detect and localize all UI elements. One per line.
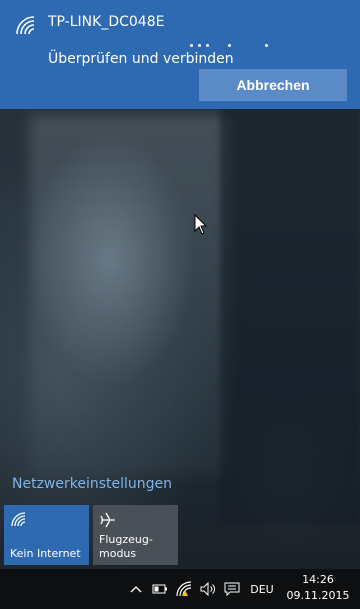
network-status: Überprüfen und verbinden	[48, 51, 234, 67]
clock-time: 14:26	[302, 573, 334, 586]
tile-wifi[interactable]: Kein Internet	[4, 505, 89, 565]
input-language-button[interactable]: DEU	[246, 569, 278, 609]
speaker-icon	[200, 582, 215, 596]
clock-date: 09.11.2015	[286, 589, 350, 602]
airplane-icon	[100, 512, 115, 528]
action-center-button[interactable]	[222, 569, 242, 609]
show-hidden-icons-button[interactable]	[128, 569, 144, 609]
clock-button[interactable]: 14:26 09.11.2015	[282, 572, 354, 606]
mouse-cursor-icon	[194, 214, 208, 235]
network-ssid: TP-LINK_DC048E	[48, 14, 165, 30]
wifi-icon	[16, 16, 35, 35]
blurred-window	[30, 115, 230, 475]
connecting-progress-indicator	[190, 44, 290, 50]
network-settings-link[interactable]: Netzwerkeinstellungen	[12, 476, 172, 492]
cancel-button[interactable]: Abbrechen	[199, 69, 347, 101]
tile-airplane-mode[interactable]: Flugzeug- modus	[93, 505, 178, 565]
battery-button[interactable]	[150, 569, 170, 609]
network-item-active[interactable]: TP-LINK_DC048E Überprüfen und verbinden …	[0, 0, 360, 109]
action-center-icon	[224, 582, 240, 596]
battery-icon	[152, 584, 167, 594]
tile-wifi-label: Kein Internet	[10, 547, 81, 560]
taskbar: DEU 14:26 09.11.2015	[0, 569, 360, 609]
wifi-warning-icon	[176, 581, 192, 597]
chevron-up-icon	[130, 586, 142, 593]
tile-airplane-label: Flugzeug- modus	[99, 533, 153, 560]
blurred-panel	[220, 105, 360, 525]
network-tray-button[interactable]	[175, 569, 195, 609]
wifi-icon	[11, 512, 26, 527]
volume-button[interactable]	[199, 569, 219, 609]
